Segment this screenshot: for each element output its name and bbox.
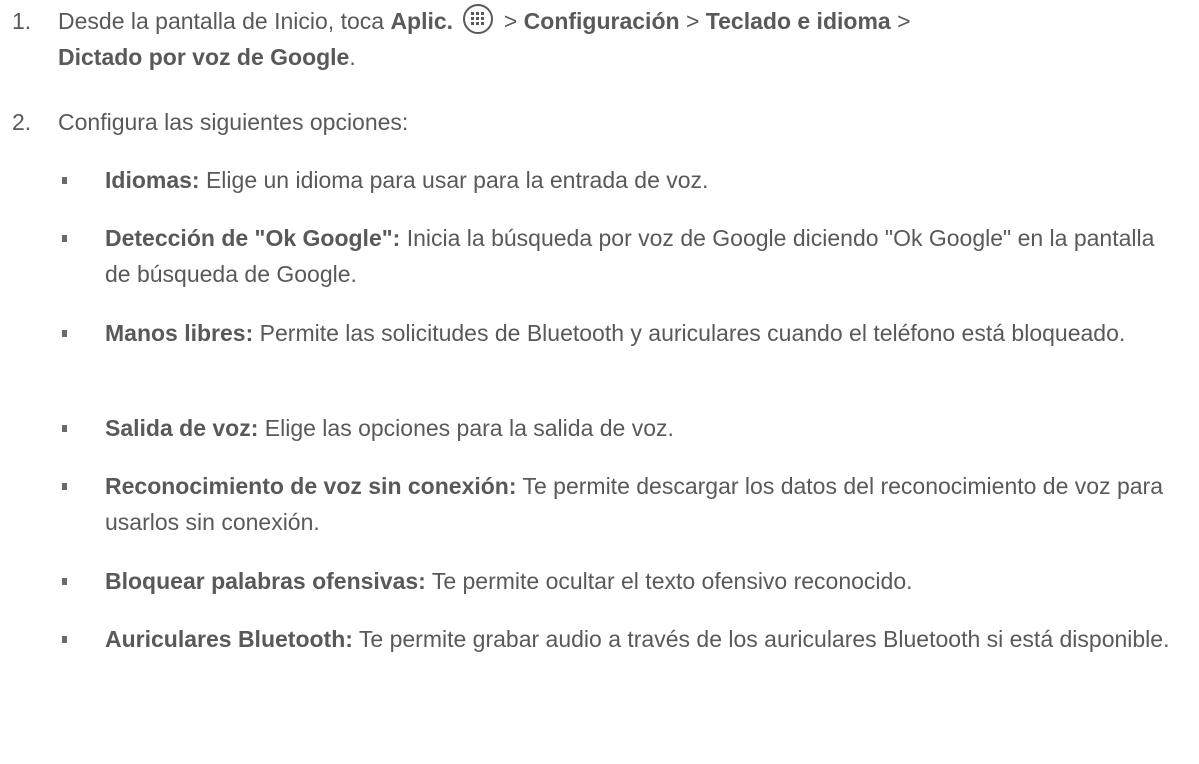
option-languages: Idiomas: Elige un idioma para usar para … <box>62 162 1185 198</box>
option-description: Te permite ocultar el texto ofensivo rec… <box>425 568 913 594</box>
google-voice-typing-label: Dictado por voz de Google <box>58 44 350 70</box>
square-bullet-icon <box>62 578 67 585</box>
step-number: 1. <box>12 8 32 34</box>
separator: > <box>497 8 524 34</box>
step-number: 2. <box>12 109 32 135</box>
separator: > <box>679 8 706 34</box>
separator: > <box>890 8 911 34</box>
option-term: Bloquear palabras ofensivas: <box>105 568 426 594</box>
step-text: Desde la pantalla de Inicio, toca Aplic.… <box>58 3 1182 75</box>
option-term: Reconocimiento de voz sin conexión: <box>105 473 517 499</box>
square-bullet-icon <box>62 330 67 337</box>
apps-grid-icon <box>463 4 494 34</box>
keyboard-language-label: Teclado e idioma <box>705 8 891 34</box>
step-1-end: . <box>349 44 356 70</box>
option-term: Auriculares Bluetooth: <box>105 626 353 652</box>
square-bullet-icon <box>62 483 67 490</box>
option-ok-google-detection: Detección de "Ok Google": Inicia la búsq… <box>62 220 1185 292</box>
option-bluetooth-headset: Auriculares Bluetooth: Te permite grabar… <box>62 621 1185 657</box>
option-block-offensive-words: Bloquear palabras ofensivas: Te permite … <box>62 563 1185 599</box>
step-1-prefix: Desde la pantalla de Inicio, toca <box>58 8 391 34</box>
option-term: Salida de voz: <box>105 415 259 441</box>
square-bullet-icon <box>62 235 67 242</box>
square-bullet-icon <box>62 636 67 643</box>
option-description: Permite las solicitudes de Bluetooth y a… <box>253 320 1126 346</box>
step-1: 1. Desde la pantalla de Inicio, toca Apl… <box>12 3 1182 75</box>
option-description: Te permite grabar audio a través de los … <box>352 626 1170 652</box>
square-bullet-icon <box>62 425 67 432</box>
instructions-page: 1. Desde la pantalla de Inicio, toca Apl… <box>0 0 1199 764</box>
option-term: Detección de "Ok Google": <box>105 225 401 251</box>
option-speech-output: Salida de voz: Elige las opciones para l… <box>62 410 1185 446</box>
apps-label: Aplic. <box>390 8 454 34</box>
option-description: Elige las opciones para la salida de voz… <box>258 415 674 441</box>
square-bullet-icon <box>62 177 67 184</box>
option-description: Elige un idioma para usar para la entrad… <box>199 167 709 193</box>
step-text: Configura las siguientes opciones: <box>58 109 409 135</box>
option-hands-free: Manos libres: Permite las solicitudes de… <box>62 315 1185 351</box>
settings-label: Configuración <box>523 8 680 34</box>
option-offline-speech-recognition: Reconocimiento de voz sin conexión: Te p… <box>62 468 1185 540</box>
option-term: Idiomas: <box>105 167 200 193</box>
step-2: 2. Configura las siguientes opciones: <box>12 104 1182 140</box>
option-term: Manos libres: <box>105 320 254 346</box>
